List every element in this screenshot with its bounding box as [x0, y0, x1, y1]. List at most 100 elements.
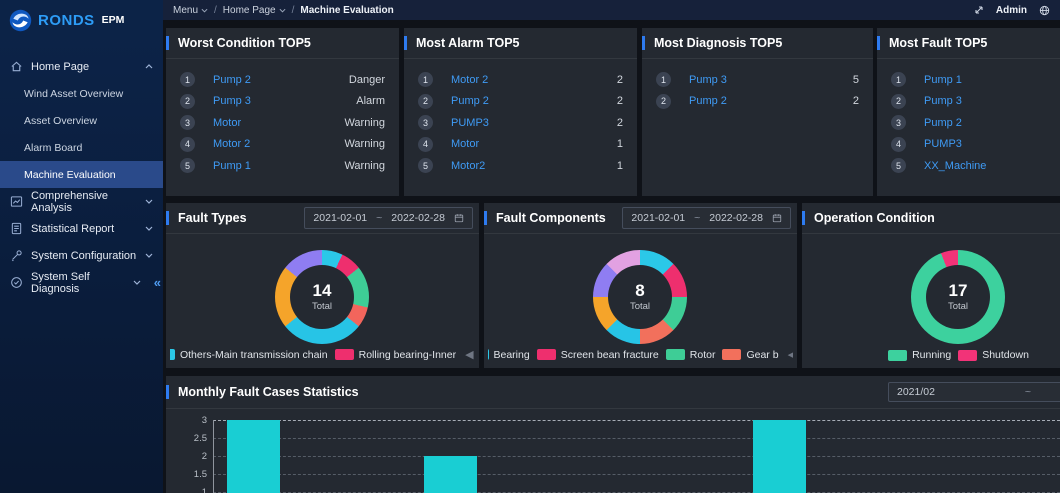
most-fault-panel: Most Fault TOP5 1Pump 1 2Pump 3 3Pump 2 … [877, 28, 1060, 196]
breadcrumb-menu-label: Menu [173, 5, 198, 16]
machine-link[interactable]: XX_Machine [924, 160, 986, 172]
row-value: Alarm [356, 95, 385, 107]
row-value: Warning [344, 117, 385, 129]
table-row: 5Pump 1Warning [166, 155, 399, 177]
row-value: 1 [617, 160, 623, 172]
breadcrumb-current: Machine Evaluation [300, 5, 393, 16]
machine-link[interactable]: Pump 2 [924, 117, 962, 129]
breadcrumb-menu[interactable]: Menu [173, 5, 208, 16]
machine-link[interactable]: Motor [213, 117, 241, 129]
accent-bar [484, 211, 487, 225]
legend: Running Shutdown [806, 349, 1060, 361]
rank-badge: 3 [180, 115, 195, 130]
machine-link[interactable]: PUMP3 [451, 117, 489, 129]
row-value: 5 [853, 74, 859, 86]
machine-link[interactable]: Pump 2 [213, 74, 251, 86]
user-name[interactable]: Admin [996, 5, 1027, 16]
machine-link[interactable]: Pump 1 [213, 160, 251, 172]
sidebar-item-machine-evaluation[interactable]: Machine Evaluation [0, 161, 163, 188]
machine-link[interactable]: Motor2 [451, 160, 485, 172]
machine-link[interactable]: Pump 1 [924, 74, 962, 86]
brand-logo[interactable]: RONDS EPM [0, 0, 163, 40]
rank-badge: 2 [891, 94, 906, 109]
breadcrumb-home-page[interactable]: Home Page [223, 5, 286, 16]
calendar-icon [454, 213, 464, 223]
sidebar-item-label: Asset Overview [24, 115, 97, 127]
legend-swatch [335, 349, 354, 360]
legend-item[interactable]: Rolling bearing-Inner [335, 349, 456, 361]
rank-badge: 1 [418, 72, 433, 87]
panel-title: Most Fault TOP5 [889, 36, 987, 50]
table-row: 5XX_Machine [877, 155, 1060, 177]
legend-label: Rotor [690, 349, 716, 361]
legend-label: Shutdown [982, 349, 1029, 361]
brand-suffix: EPM [102, 14, 125, 26]
panel-title: Fault Types [178, 211, 247, 225]
legend-item[interactable]: Rotor [666, 349, 716, 361]
sidebar-item-label: System Configuration [31, 250, 136, 262]
sidebar-item-statistical-report[interactable]: Statistical Report [0, 215, 163, 242]
y-axis-line [213, 420, 214, 493]
legend-item[interactable]: Others-Main transmission chain [170, 349, 328, 361]
y-tick-label: 3 [166, 415, 207, 426]
date-range-picker[interactable]: 2021/02 ~ 2022/02 [888, 382, 1060, 402]
date-range-picker[interactable]: 2021-02-01 ~ 2022-02-28 [622, 207, 791, 229]
date-range-picker[interactable]: 2021-02-01 ~ 2022-02-28 [304, 207, 473, 229]
table-row: 2Pump 22 [404, 91, 637, 113]
machine-link[interactable]: Motor 2 [451, 74, 488, 86]
rank-badge: 1 [656, 72, 671, 87]
machine-link[interactable]: PUMP3 [924, 138, 962, 150]
panel-title: Fault Components [496, 211, 606, 225]
table-row: 1 Pump 3 5 [642, 69, 873, 91]
panel-header: Most Diagnosis TOP5 [642, 28, 873, 59]
legend-prev-icon[interactable]: ◀ [465, 348, 473, 361]
machine-link[interactable]: Motor [451, 138, 479, 150]
sidebar-item-wind-asset-overview[interactable]: Wind Asset Overview [0, 80, 163, 107]
sidebar-item-system-self-diagnosis[interactable]: System Self Diagnosis « [0, 269, 163, 296]
sidebar-item-label: Statistical Report [31, 223, 114, 235]
legend-item[interactable]: Gear b [722, 349, 778, 361]
legend-item[interactable]: Shutdown [958, 349, 1029, 361]
machine-link[interactable]: Pump 3 [924, 95, 962, 107]
panel-title: Operation Condition [814, 211, 935, 225]
sidebar-nav: Home Page Wind Asset Overview Asset Over… [0, 53, 163, 296]
operation-condition-donut[interactable]: 17 Total [911, 250, 1005, 344]
operation-condition-panel: Operation Condition 17 Total Running Shu… [802, 203, 1060, 368]
fault-types-donut[interactable]: 14 Total [275, 250, 369, 344]
sidebar-item-label: Wind Asset Overview [24, 88, 123, 100]
machine-link[interactable]: Pump 3 [213, 95, 251, 107]
fault-components-panel: Fault Components 2021-02-01 ~ 2022-02-28… [484, 203, 797, 368]
fullscreen-icon[interactable] [974, 5, 984, 15]
sidebar-item-alarm-board[interactable]: Alarm Board [0, 134, 163, 161]
row-value: 2 [617, 117, 623, 129]
legend-item[interactable]: Running [888, 349, 951, 361]
date-start: 2021-02-01 [631, 212, 685, 224]
row-value: 1 [617, 138, 623, 150]
machine-link[interactable]: Pump 3 [689, 74, 727, 86]
breadcrumb-separator: / [214, 5, 217, 16]
total-label: Total [312, 301, 332, 312]
bar[interactable] [424, 456, 477, 493]
top5-list: 1Pump 2Danger 2Pump 3Alarm 3MotorWarning… [166, 59, 399, 177]
sidebar-item-home-page[interactable]: Home Page [0, 53, 163, 80]
bar[interactable] [227, 420, 280, 493]
legend-label: Bearing [494, 349, 530, 361]
y-tick-label: 2.5 [166, 433, 207, 444]
sidebar-collapse-icon[interactable]: « [154, 269, 161, 296]
sidebar-item-asset-overview[interactable]: Asset Overview [0, 107, 163, 134]
machine-link[interactable]: Motor 2 [213, 138, 250, 150]
chevron-down-icon [145, 226, 153, 231]
machine-link[interactable]: Pump 2 [451, 95, 489, 107]
fault-components-donut[interactable]: 8 Total [593, 250, 687, 344]
legend-label: Running [912, 349, 951, 361]
legend-prev-icon[interactable]: ◀ [788, 348, 793, 361]
language-globe-icon[interactable] [1039, 5, 1050, 16]
sidebar-item-system-configuration[interactable]: System Configuration [0, 242, 163, 269]
legend-item[interactable]: Bearing [488, 349, 530, 361]
monthly-fault-chart[interactable]: 32.521.51 [166, 408, 1060, 493]
sidebar-item-comprehensive-analysis[interactable]: Comprehensive Analysis [0, 188, 163, 215]
bar[interactable] [753, 420, 806, 493]
legend-item[interactable]: Screen bean fracture [537, 349, 659, 361]
accent-bar [166, 385, 169, 399]
machine-link[interactable]: Pump 2 [689, 95, 727, 107]
